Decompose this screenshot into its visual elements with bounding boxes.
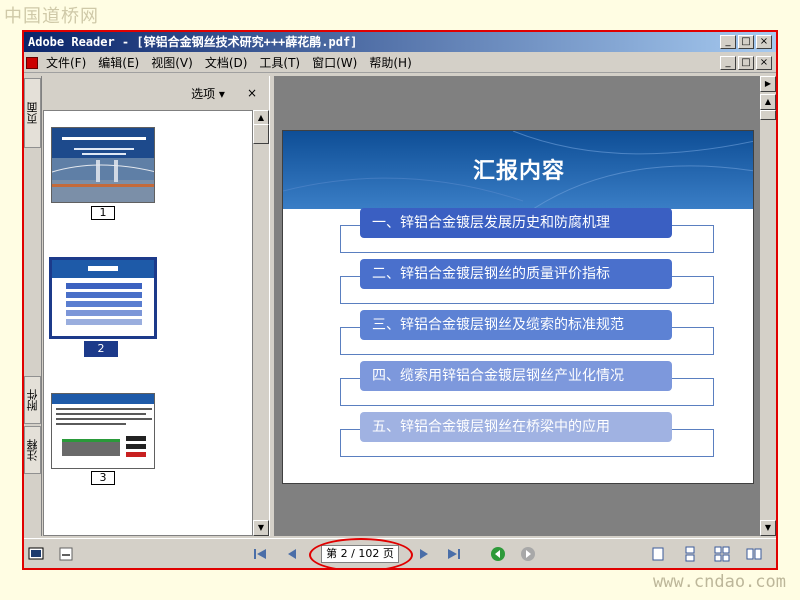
tab-pages[interactable]: 页面 [24, 78, 41, 148]
thumbnail-scrollbar[interactable]: ▲ ▼ [253, 110, 269, 536]
menu-help[interactable]: 帮助(H) [365, 54, 419, 71]
page-label-2: 2 [84, 341, 118, 357]
menu-window[interactable]: 窗口(W) [308, 54, 365, 71]
go-forward-icon[interactable] [520, 546, 536, 562]
document-view: 汇报内容 一、锌铝合金镀层发展历史和防腐机理 二、锌铝合金镀层钢丝的质量评价指标… [275, 76, 760, 536]
page-1-preview [52, 128, 154, 202]
single-page-layout-icon[interactable] [650, 546, 666, 562]
watermark-top: 中国道桥网 [4, 6, 99, 27]
doc-restore-button[interactable]: □ [738, 56, 754, 70]
facing-layout-icon[interactable] [714, 546, 730, 562]
page-label-1: 1 [91, 206, 115, 220]
agenda-item-3: 三、锌铝合金镀层钢丝及缆索的标准规范 [360, 310, 672, 340]
tab-comments[interactable]: 注释 [24, 426, 41, 474]
menu-document[interactable]: 文档(D) [201, 54, 256, 71]
minimize-button[interactable]: _ [720, 35, 736, 49]
document-scrollbar[interactable]: ▶ ▲ ▼ [760, 76, 776, 536]
page-menu-arrow-icon[interactable]: ▶ [760, 76, 776, 92]
document-controls: _ □ × [720, 56, 772, 70]
doc-scroll-thumb[interactable] [760, 110, 776, 120]
scroll-thumb[interactable] [253, 124, 269, 144]
agenda-item-1: 一、锌铝合金镀层发展历史和防腐机理 [360, 208, 672, 238]
navigation-tab-strip: 页面 附件 注释 [24, 76, 42, 536]
panel-header: 选项 ▾ × [43, 76, 269, 110]
next-page-icon[interactable] [416, 546, 432, 562]
go-back-icon[interactable] [490, 546, 506, 562]
doc-scroll-up-arrow-icon[interactable]: ▲ [760, 94, 776, 110]
thumbnail-page-2[interactable] [49, 257, 157, 339]
agenda-item-2: 二、锌铝合金镀层钢丝的质量评价指标 [360, 259, 672, 289]
window-controls: _ □ × [720, 35, 772, 49]
page-options-icon[interactable] [58, 546, 74, 562]
last-page-icon[interactable] [446, 546, 462, 562]
slide-banner: 汇报内容 [283, 131, 753, 209]
pdf-doc-icon [26, 56, 38, 69]
tab-attachments[interactable]: 附件 [24, 376, 41, 424]
menu-bar: 文件(F) 编辑(E) 视图(V) 文档(D) 工具(T) 窗口(W) 帮助(H… [24, 53, 776, 73]
continuous-layout-icon[interactable] [682, 546, 698, 562]
page-3-preview [52, 394, 154, 457]
scroll-down-arrow-icon[interactable]: ▼ [253, 520, 269, 536]
monitor-icon[interactable] [28, 546, 44, 562]
options-menu[interactable]: 选项 ▾ [191, 85, 225, 102]
menu-tools[interactable]: 工具(T) [255, 54, 308, 71]
maximize-button[interactable]: □ [738, 35, 754, 49]
continuous-facing-layout-icon[interactable] [746, 546, 762, 562]
status-bar: 第 2 / 102 页 [24, 538, 776, 568]
menu-file[interactable]: 文件(F) [42, 54, 94, 71]
highlight-circle [309, 538, 413, 568]
window-title: Adobe Reader - [锌铝合金钢丝技术研究+++薛花鹃.pdf] [28, 35, 358, 49]
first-page-icon[interactable] [252, 546, 268, 562]
page-thumbnails-panel: 选项 ▾ × 1 2 3 ▲ ▼ [43, 76, 269, 536]
thumbnail-list: 1 2 3 [43, 110, 253, 536]
slide-title: 汇报内容 [472, 159, 565, 184]
page-2-preview [52, 260, 154, 325]
doc-scroll-down-arrow-icon[interactable]: ▼ [760, 520, 776, 536]
panel-close-button[interactable]: × [247, 86, 257, 100]
slide-page: 汇报内容 一、锌铝合金镀层发展历史和防腐机理 二、锌铝合金镀层钢丝的质量评价指标… [282, 130, 754, 484]
title-bar: Adobe Reader - [锌铝合金钢丝技术研究+++薛花鹃.pdf] [24, 32, 776, 52]
doc-close-button[interactable]: × [756, 56, 772, 70]
watermark-bottom: www.cndao.com [652, 572, 786, 592]
thumbnail-page-3[interactable] [51, 393, 155, 469]
agenda-item-4: 四、缆索用锌铝合金镀层钢丝产业化情况 [360, 361, 672, 391]
doc-minimize-button[interactable]: _ [720, 56, 736, 70]
menu-view[interactable]: 视图(V) [147, 54, 201, 71]
page-label-3: 3 [91, 471, 115, 485]
agenda-item-5: 五、锌铝合金镀层钢丝在桥梁中的应用 [360, 412, 672, 442]
adobe-reader-window: Adobe Reader - [锌铝合金钢丝技术研究+++薛花鹃.pdf] _ … [22, 30, 778, 570]
previous-page-icon[interactable] [284, 546, 300, 562]
thumbnail-page-1[interactable] [51, 127, 155, 203]
close-button[interactable]: × [756, 35, 772, 49]
menu-edit[interactable]: 编辑(E) [94, 54, 147, 71]
